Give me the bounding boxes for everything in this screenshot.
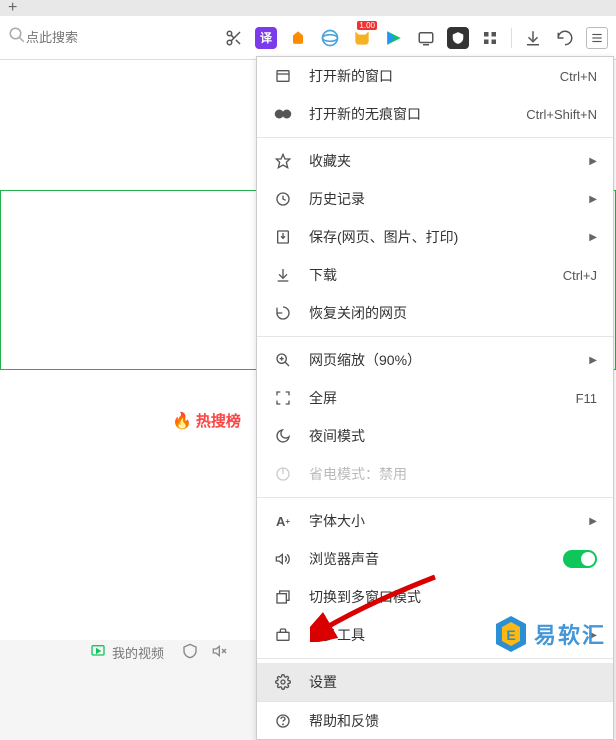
font-icon: A+ (273, 511, 293, 531)
menu-label: 切换到多窗口模式 (309, 587, 597, 607)
download-icon[interactable] (522, 27, 544, 49)
menu-separator (257, 497, 613, 498)
mask-icon (273, 104, 293, 124)
undo-icon[interactable] (554, 27, 576, 49)
mute-icon[interactable] (212, 643, 228, 662)
download-arrow-icon (273, 265, 293, 285)
menu-label: 网页缩放（90%） (309, 350, 589, 370)
translate-icon[interactable]: 译 (255, 27, 277, 49)
search-input[interactable] (26, 30, 146, 45)
cat-icon[interactable]: 1.00 (351, 27, 373, 49)
menu-browser-sound[interactable]: 浏览器声音 (257, 540, 613, 578)
my-video-label[interactable]: 我的视频 (112, 643, 164, 662)
adblock-icon[interactable] (447, 27, 469, 49)
zoom-icon (273, 350, 293, 370)
chevron-right-icon: ▶ (589, 516, 597, 527)
menu-save[interactable]: 保存(网页、图片、打印) ▶ (257, 218, 613, 256)
chevron-right-icon: ▶ (589, 232, 597, 243)
game-icon[interactable] (287, 27, 309, 49)
star-icon (273, 151, 293, 171)
search-icon (8, 26, 26, 49)
moon-icon (273, 426, 293, 446)
power-icon (273, 464, 293, 484)
menu-history[interactable]: 历史记录 ▶ (257, 180, 613, 218)
menu-new-incognito[interactable]: 打开新的无痕窗口 Ctrl+Shift+N (257, 95, 613, 133)
menu-separator (257, 336, 613, 337)
menu-label: 设置 (309, 672, 597, 692)
menu-favorites[interactable]: 收藏夹 ▶ (257, 142, 613, 180)
chevron-right-icon: ▶ (589, 156, 597, 167)
badge: 1.00 (357, 21, 377, 30)
menu-new-window[interactable]: 打开新的窗口 Ctrl+N (257, 57, 613, 95)
menu-fullscreen[interactable]: 全屏 F11 (257, 379, 613, 417)
tabs-bar: + (0, 0, 616, 16)
save-file-icon (273, 227, 293, 247)
toolbar-icons: 译 1.00 (223, 27, 608, 49)
play-icon[interactable] (90, 643, 106, 662)
toolbox-icon (273, 625, 293, 645)
shield-outline-icon[interactable] (182, 643, 198, 662)
search-box[interactable] (8, 26, 146, 49)
chevron-right-icon: ▶ (589, 194, 597, 205)
new-tab-icon[interactable]: + (8, 0, 17, 17)
watermark-text: 易软汇 (534, 618, 606, 650)
sound-toggle[interactable] (563, 550, 597, 568)
hot-search-text: 热搜榜 (196, 410, 241, 431)
menu-night[interactable]: 夜间模式 (257, 417, 613, 455)
clock-icon (273, 189, 293, 209)
menu-separator (257, 658, 613, 659)
menu-help[interactable]: 帮助和反馈 (257, 701, 613, 739)
windows-icon (273, 587, 293, 607)
fullscreen-icon (273, 388, 293, 408)
help-icon (273, 711, 293, 731)
menu-label: 省电模式：禁用 (309, 464, 597, 484)
chevron-right-icon: ▶ (589, 355, 597, 366)
menu-label: 收藏夹 (309, 151, 589, 171)
scissors-icon[interactable] (223, 27, 245, 49)
svg-text:E: E (506, 627, 515, 643)
menu-label: 下载 (309, 265, 563, 285)
menu-shortcut: F11 (576, 391, 597, 406)
menu-label: 全屏 (309, 388, 576, 408)
menu-label: 夜间模式 (309, 426, 597, 446)
menu-power-save: 省电模式：禁用 (257, 455, 613, 493)
menu-icon[interactable] (586, 27, 608, 49)
ie-icon[interactable] (319, 27, 341, 49)
menu-restore[interactable]: 恢复关闭的网页 (257, 294, 613, 332)
menu-label: 历史记录 (309, 189, 589, 209)
flame-icon: 🔥 (172, 411, 192, 431)
toolbar: 译 1.00 (0, 16, 616, 60)
gear-icon (273, 672, 293, 692)
watermark-logo-icon: E (494, 614, 528, 654)
play-store-icon[interactable] (383, 27, 405, 49)
menu-label: 浏览器声音 (309, 549, 563, 569)
menu-label: 帮助和反馈 (309, 711, 597, 731)
menu-separator (257, 137, 613, 138)
grid-icon[interactable] (479, 27, 501, 49)
menu-settings[interactable]: 设置 (257, 663, 613, 701)
menu-label: 打开新的无痕窗口 (309, 104, 526, 124)
sound-icon (273, 549, 293, 569)
restore-icon (273, 303, 293, 323)
menu-label: 保存(网页、图片、打印) (309, 227, 589, 247)
menu-shortcut: Ctrl+Shift+N (526, 107, 597, 122)
menu-multi-window[interactable]: 切换到多窗口模式 (257, 578, 613, 616)
hot-search-label[interactable]: 🔥 热搜榜 (172, 410, 241, 431)
menu-shortcut: Ctrl+N (560, 69, 597, 84)
window-icon (273, 66, 293, 86)
menu-label: 字体大小 (309, 511, 589, 531)
menu-label: 打开新的窗口 (309, 66, 560, 86)
watermark: E 易软汇 (494, 614, 606, 654)
tv-icon[interactable] (415, 27, 437, 49)
menu-download[interactable]: 下载 Ctrl+J (257, 256, 613, 294)
menu-shortcut: Ctrl+J (563, 268, 597, 283)
menu-zoom[interactable]: 网页缩放（90%） ▶ (257, 341, 613, 379)
menu-label: 恢复关闭的网页 (309, 303, 597, 323)
menu-font-size[interactable]: A+ 字体大小 ▶ (257, 502, 613, 540)
